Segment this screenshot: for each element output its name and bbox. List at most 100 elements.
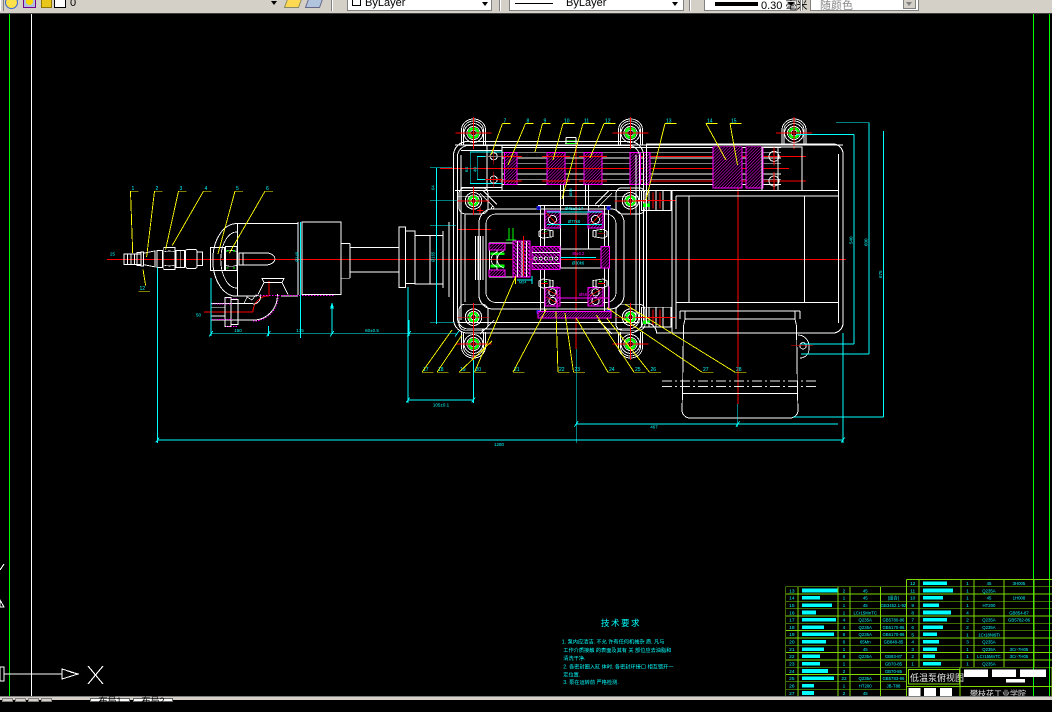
svg-text:Ø68: Ø68 xyxy=(579,292,588,297)
svg-text:45: 45 xyxy=(863,603,868,608)
svg-text:1: 1 xyxy=(843,603,846,609)
svg-text:GB3452.1-92: GB3452.1-92 xyxy=(881,603,907,608)
svg-text:M24: M24 xyxy=(519,281,526,285)
svg-text:低温泵俯视图: 低温泵俯视图 xyxy=(910,672,964,683)
svg-text:Ø140: Ø140 xyxy=(295,251,300,262)
svg-text:Ø165: Ø165 xyxy=(431,251,436,262)
svg-text:10: 10 xyxy=(910,596,916,602)
svg-text:GB70-85: GB70-85 xyxy=(885,662,903,667)
svg-text:26: 26 xyxy=(789,683,795,689)
svg-text:3: 3 xyxy=(911,647,914,653)
svg-text:1: 1 xyxy=(966,647,969,653)
svg-text:GB5783-86: GB5783-86 xyxy=(882,676,905,681)
svg-text:22: 22 xyxy=(841,676,847,682)
svg-text:20: 20 xyxy=(789,640,795,646)
svg-text:18: 18 xyxy=(789,625,795,631)
svg-text:3Cr-7H05: 3Cr-7H05 xyxy=(1010,654,1029,659)
svg-text:2: 2 xyxy=(911,654,914,660)
svg-text:GB6170-86: GB6170-86 xyxy=(882,625,905,630)
svg-text:Q235A: Q235A xyxy=(982,588,996,593)
svg-text:45±0.2: 45±0.2 xyxy=(572,251,585,256)
svg-text:LCr15MnTC: LCr15MnTC xyxy=(977,654,1000,659)
svg-text:GB70-85: GB70-85 xyxy=(885,669,903,674)
svg-text:1: 1 xyxy=(966,596,969,602)
svg-text:Ø77k6: Ø77k6 xyxy=(568,219,581,224)
svg-text:105±0.1: 105±0.1 xyxy=(433,403,450,408)
svg-text:Q235A: Q235A xyxy=(859,654,873,659)
svg-text:1: 1 xyxy=(843,683,846,689)
svg-text:1: 1 xyxy=(966,588,969,594)
svg-text:15: 15 xyxy=(789,603,795,609)
svg-text:8: 8 xyxy=(911,610,914,616)
svg-text:21: 21 xyxy=(789,647,795,653)
svg-text:45: 45 xyxy=(987,581,992,586)
svg-text:技术要求: 技术要求 xyxy=(601,618,641,628)
svg-text:4: 4 xyxy=(843,625,846,631)
svg-text:Ø30k6: Ø30k6 xyxy=(572,261,585,266)
svg-text:3H005: 3H005 xyxy=(1013,581,1026,586)
svg-text:150: 150 xyxy=(234,328,242,333)
svg-text:7: 7 xyxy=(911,618,914,624)
svg-text:5: 5 xyxy=(911,632,914,638)
svg-text:50: 50 xyxy=(196,313,202,318)
svg-text:11: 11 xyxy=(910,588,915,594)
svg-text:24: 24 xyxy=(789,669,795,675)
svg-text:GB6170-86: GB6170-86 xyxy=(882,632,905,637)
svg-text:2: 2 xyxy=(843,588,846,594)
svg-text:1Cr18Ni9Ti: 1Cr18Ni9Ti xyxy=(978,632,1000,637)
svg-text:1: 1 xyxy=(843,647,846,653)
svg-text:64: 64 xyxy=(431,185,436,190)
svg-text:GB5782-86: GB5782-86 xyxy=(1008,618,1031,623)
svg-text:19: 19 xyxy=(789,632,795,638)
svg-text:25: 25 xyxy=(110,252,116,257)
svg-text:Q235A: Q235A xyxy=(982,647,996,652)
svg-text:40: 40 xyxy=(473,166,478,172)
svg-text:65Mn: 65Mn xyxy=(860,640,871,645)
svg-text:Q235A: Q235A xyxy=(859,676,873,681)
svg-text:1: 1 xyxy=(843,596,846,602)
svg-text:23: 23 xyxy=(789,662,795,668)
svg-text:64: 64 xyxy=(464,166,469,172)
svg-text:Q235A: Q235A xyxy=(982,625,996,630)
svg-text:1: 1 xyxy=(843,610,846,616)
svg-text:Q235A: Q235A xyxy=(982,662,996,667)
svg-text:14: 14 xyxy=(789,596,795,602)
svg-text:60±0.5: 60±0.5 xyxy=(365,328,379,333)
svg-text:Q235A: Q235A xyxy=(982,618,996,623)
svg-text:GB848-85: GB848-85 xyxy=(884,640,904,645)
svg-text:675: 675 xyxy=(878,270,883,278)
svg-text:4: 4 xyxy=(966,610,969,616)
svg-text:1H008: 1H008 xyxy=(1013,596,1026,601)
svg-text:4: 4 xyxy=(843,618,846,624)
svg-text:定位置.: 定位置. xyxy=(563,671,580,679)
svg-text:Ø38: Ø38 xyxy=(568,188,573,196)
svg-text:1: 1 xyxy=(843,662,846,668)
svg-text:2: 2 xyxy=(966,618,969,624)
svg-text:8: 8 xyxy=(843,654,846,660)
svg-text:540: 540 xyxy=(849,236,854,244)
svg-text:JB-T88: JB-T88 xyxy=(887,683,901,688)
svg-text:1: 1 xyxy=(911,662,914,668)
svg-text:22: 22 xyxy=(789,654,795,660)
svg-text:1. 泵内应清洁. 不允 许有任何机械杂 质. 凡与: 1. 泵内应清洁. 不允 许有任何机械杂 质. 凡与 xyxy=(562,638,665,646)
svg-text:3Cr-7H05: 3Cr-7H05 xyxy=(1010,647,1029,652)
svg-text:清洗干净.: 清洗干净. xyxy=(563,654,585,662)
svg-text:45: 45 xyxy=(987,596,992,601)
svg-text:3. 泵在运转前 严格检测.: 3. 泵在运转前 严格检测. xyxy=(563,678,618,686)
svg-text:Q235A: Q235A xyxy=(982,640,996,645)
svg-text:2: 2 xyxy=(843,669,846,675)
svg-text:(组合): (组合) xyxy=(888,595,900,602)
svg-text:12: 12 xyxy=(910,581,916,587)
svg-text:600: 600 xyxy=(864,238,869,246)
svg-text:45: 45 xyxy=(863,588,868,593)
svg-text:Q235A: Q235A xyxy=(859,625,873,630)
svg-text:1: 1 xyxy=(966,581,969,587)
svg-text:HT200: HT200 xyxy=(859,683,873,688)
svg-text:Ø45±0.17: Ø45±0.17 xyxy=(565,206,584,211)
svg-text:Q235A: Q235A xyxy=(859,632,873,637)
svg-text:1280: 1280 xyxy=(494,442,505,447)
svg-text:1: 1 xyxy=(966,654,969,660)
svg-text:17: 17 xyxy=(789,618,795,624)
svg-text:9: 9 xyxy=(911,603,914,609)
svg-text:467: 467 xyxy=(650,425,658,430)
